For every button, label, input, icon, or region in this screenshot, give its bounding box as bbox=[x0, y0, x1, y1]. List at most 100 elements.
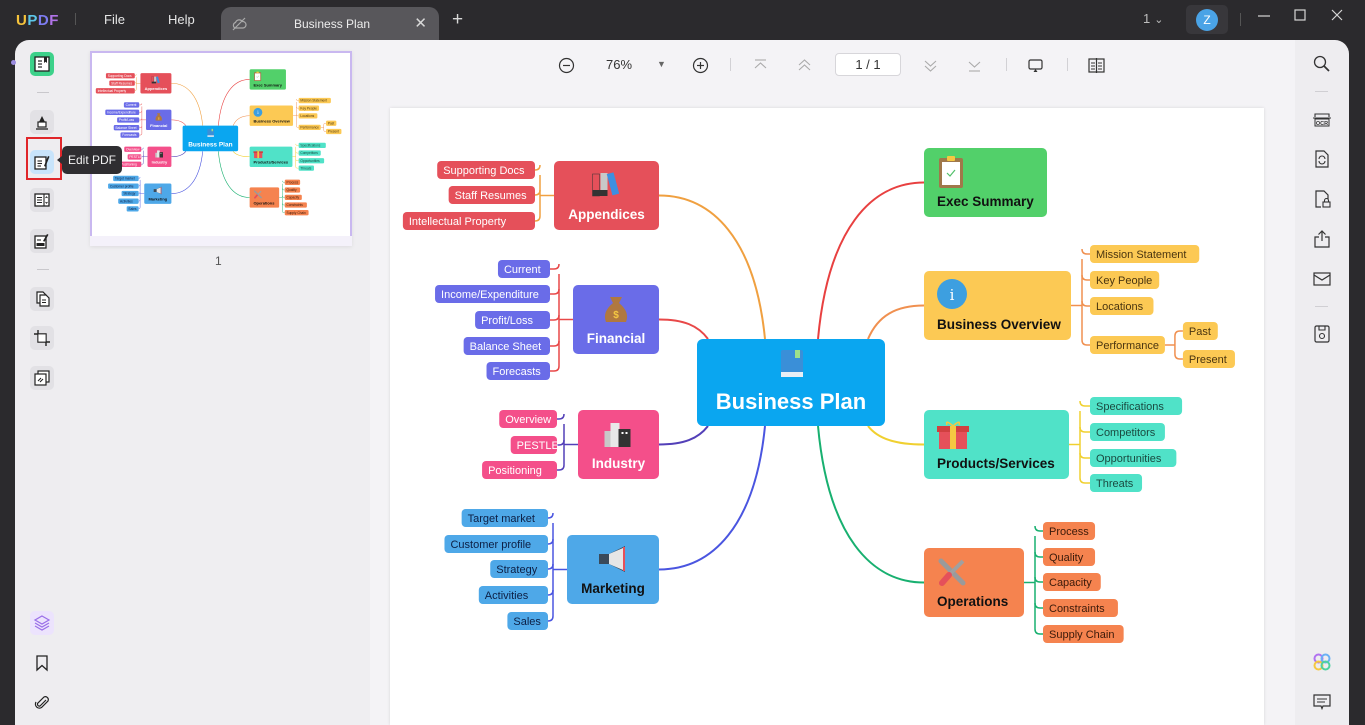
leaf-node[interactable]: Current bbox=[497, 260, 550, 278]
leaf-node[interactable]: Supporting Docs bbox=[437, 161, 535, 179]
page-number-input[interactable]: 1 / 1 bbox=[835, 53, 901, 76]
layers-button[interactable] bbox=[30, 611, 54, 635]
node-exec[interactable]: Exec Summary bbox=[924, 148, 1047, 217]
leaf-node[interactable]: Capacity bbox=[1043, 573, 1101, 591]
leaf-node[interactable]: Target market bbox=[461, 509, 548, 527]
leaf-node[interactable]: Specifications bbox=[1090, 397, 1183, 415]
reader-button[interactable] bbox=[30, 52, 54, 76]
cloud-off-icon bbox=[232, 17, 247, 31]
node-industry: Industry bbox=[147, 146, 172, 167]
fill-sign-button[interactable] bbox=[30, 229, 54, 253]
leaf-node[interactable]: Process bbox=[1043, 522, 1096, 540]
node-products[interactable]: Products/Services bbox=[924, 410, 1069, 479]
node-label: Marketing bbox=[581, 581, 645, 596]
node-operations[interactable]: Operations bbox=[924, 548, 1024, 617]
node-marketing[interactable]: Marketing bbox=[567, 535, 659, 604]
leaf-node[interactable]: Competitors bbox=[1090, 423, 1165, 441]
leaf-node[interactable]: Profit/Loss bbox=[475, 311, 550, 329]
save-button[interactable] bbox=[1312, 324, 1332, 344]
share-button[interactable] bbox=[1312, 229, 1332, 249]
first-page-button[interactable] bbox=[752, 56, 769, 74]
menu-file[interactable]: File bbox=[104, 12, 125, 27]
leaf-node[interactable]: Intellectual Property bbox=[402, 212, 535, 230]
leaf-connector bbox=[134, 89, 137, 92]
ai-assistant-button[interactable] bbox=[1312, 652, 1332, 672]
leaf-node[interactable]: Mission Statement bbox=[1090, 245, 1200, 263]
chevron-double-up-icon bbox=[798, 58, 811, 70]
page-layout-button[interactable] bbox=[1088, 56, 1105, 74]
close-window-button[interactable] bbox=[1325, 8, 1349, 30]
organize-button[interactable] bbox=[30, 188, 54, 212]
leaf-node[interactable]: Strategy bbox=[490, 560, 548, 578]
leaf-node[interactable]: Customer profile bbox=[444, 535, 548, 553]
clipboard-icon bbox=[254, 71, 262, 82]
leaf-node[interactable]: Opportunities bbox=[1090, 449, 1177, 467]
new-tab-button[interactable]: + bbox=[452, 10, 463, 29]
document-tab[interactable]: Business Plan ✕ bbox=[221, 7, 439, 40]
protect-button[interactable] bbox=[1312, 189, 1332, 209]
last-page-button[interactable] bbox=[966, 56, 983, 74]
node-operations: Operations bbox=[249, 187, 280, 208]
node-overview[interactable]: i Business Overview bbox=[924, 271, 1071, 340]
leaf-node[interactable]: Forecasts bbox=[486, 362, 550, 380]
comments-panel-button[interactable] bbox=[1312, 692, 1332, 712]
leaf-node[interactable]: Key People bbox=[1090, 271, 1160, 289]
leaf-connector bbox=[134, 74, 137, 76]
leaf-node[interactable]: Threats bbox=[1090, 474, 1143, 492]
maximize-button[interactable] bbox=[1288, 8, 1312, 30]
node-industry[interactable]: Industry bbox=[578, 410, 659, 479]
zoom-level[interactable]: 76% bbox=[606, 57, 632, 72]
leaf-label: Profit/Loss bbox=[481, 315, 533, 327]
leaf-node[interactable]: Constraints bbox=[1043, 599, 1118, 617]
leaf-node[interactable]: Supply Chain bbox=[1043, 625, 1124, 643]
email-button[interactable] bbox=[1312, 269, 1332, 289]
bookmark-button[interactable] bbox=[30, 651, 54, 675]
window-count-dropdown[interactable]: 1 ⌄ bbox=[1143, 11, 1163, 26]
node-financial[interactable]: $ Financial bbox=[573, 285, 659, 354]
leaf-node[interactable]: Income/Expenditure bbox=[435, 285, 550, 303]
leaf-node[interactable]: Sales bbox=[507, 612, 548, 630]
zoom-in-button[interactable] bbox=[692, 56, 709, 74]
convert-button[interactable] bbox=[1312, 149, 1332, 169]
nodes: Business Plan Appendices Supporting Docs St… bbox=[402, 148, 1235, 643]
leaf-node[interactable]: Overview bbox=[499, 410, 557, 428]
leaf-node[interactable]: Staff Resumes bbox=[448, 186, 535, 204]
leaf-node[interactable]: PESTLE bbox=[510, 436, 559, 454]
menu-help[interactable]: Help bbox=[168, 12, 195, 27]
comment-button[interactable] bbox=[30, 110, 54, 134]
leaf-node[interactable]: Activities bbox=[478, 586, 548, 604]
leaf-node[interactable]: Quality bbox=[1043, 548, 1096, 566]
close-tab-icon[interactable]: ✕ bbox=[414, 14, 427, 32]
next-page-button[interactable] bbox=[922, 56, 939, 74]
leaf-node[interactable]: Positioning bbox=[482, 461, 557, 479]
leaf-node[interactable]: Performance bbox=[1090, 336, 1165, 354]
page-thumbnail[interactable]: Business Plan Appendices Supporting Docs St… bbox=[90, 51, 352, 246]
user-avatar[interactable]: Z bbox=[1196, 9, 1218, 31]
zoom-dropdown-icon[interactable]: ▼ bbox=[657, 59, 666, 69]
search-button[interactable] bbox=[1312, 54, 1332, 74]
leaf-node[interactable]: Locations bbox=[1090, 297, 1154, 315]
zoom-out-button[interactable] bbox=[558, 56, 575, 74]
pages-button[interactable] bbox=[30, 287, 54, 311]
leaf-label: Constraints bbox=[287, 203, 304, 207]
leaf-label: Specifications bbox=[300, 144, 320, 148]
leaf-node[interactable]: Past bbox=[1182, 322, 1218, 340]
zoom-in-icon bbox=[692, 57, 709, 73]
leaf-connector bbox=[138, 192, 141, 194]
slideshow-button[interactable] bbox=[1027, 56, 1044, 74]
node-appendices[interactable]: Appendices bbox=[554, 161, 659, 230]
fill-sign-icon bbox=[34, 234, 49, 249]
ocr-button[interactable]: OCR bbox=[1312, 109, 1332, 129]
leaf-node[interactable]: Present bbox=[1182, 350, 1235, 368]
leaf-node: Sales bbox=[126, 206, 139, 212]
previous-page-button[interactable] bbox=[796, 56, 813, 74]
crop-button[interactable] bbox=[30, 326, 54, 350]
leaf-label: Sales bbox=[513, 616, 541, 628]
minimize-button[interactable] bbox=[1252, 8, 1276, 30]
attachment-button[interactable] bbox=[30, 691, 54, 715]
center-node[interactable]: Business Plan bbox=[697, 339, 885, 426]
redact-button[interactable] bbox=[30, 366, 54, 390]
leaf-node[interactable]: Balance Sheet bbox=[463, 337, 550, 355]
leaf-node: Forecasts bbox=[120, 132, 140, 138]
leaf-connector bbox=[295, 166, 299, 169]
